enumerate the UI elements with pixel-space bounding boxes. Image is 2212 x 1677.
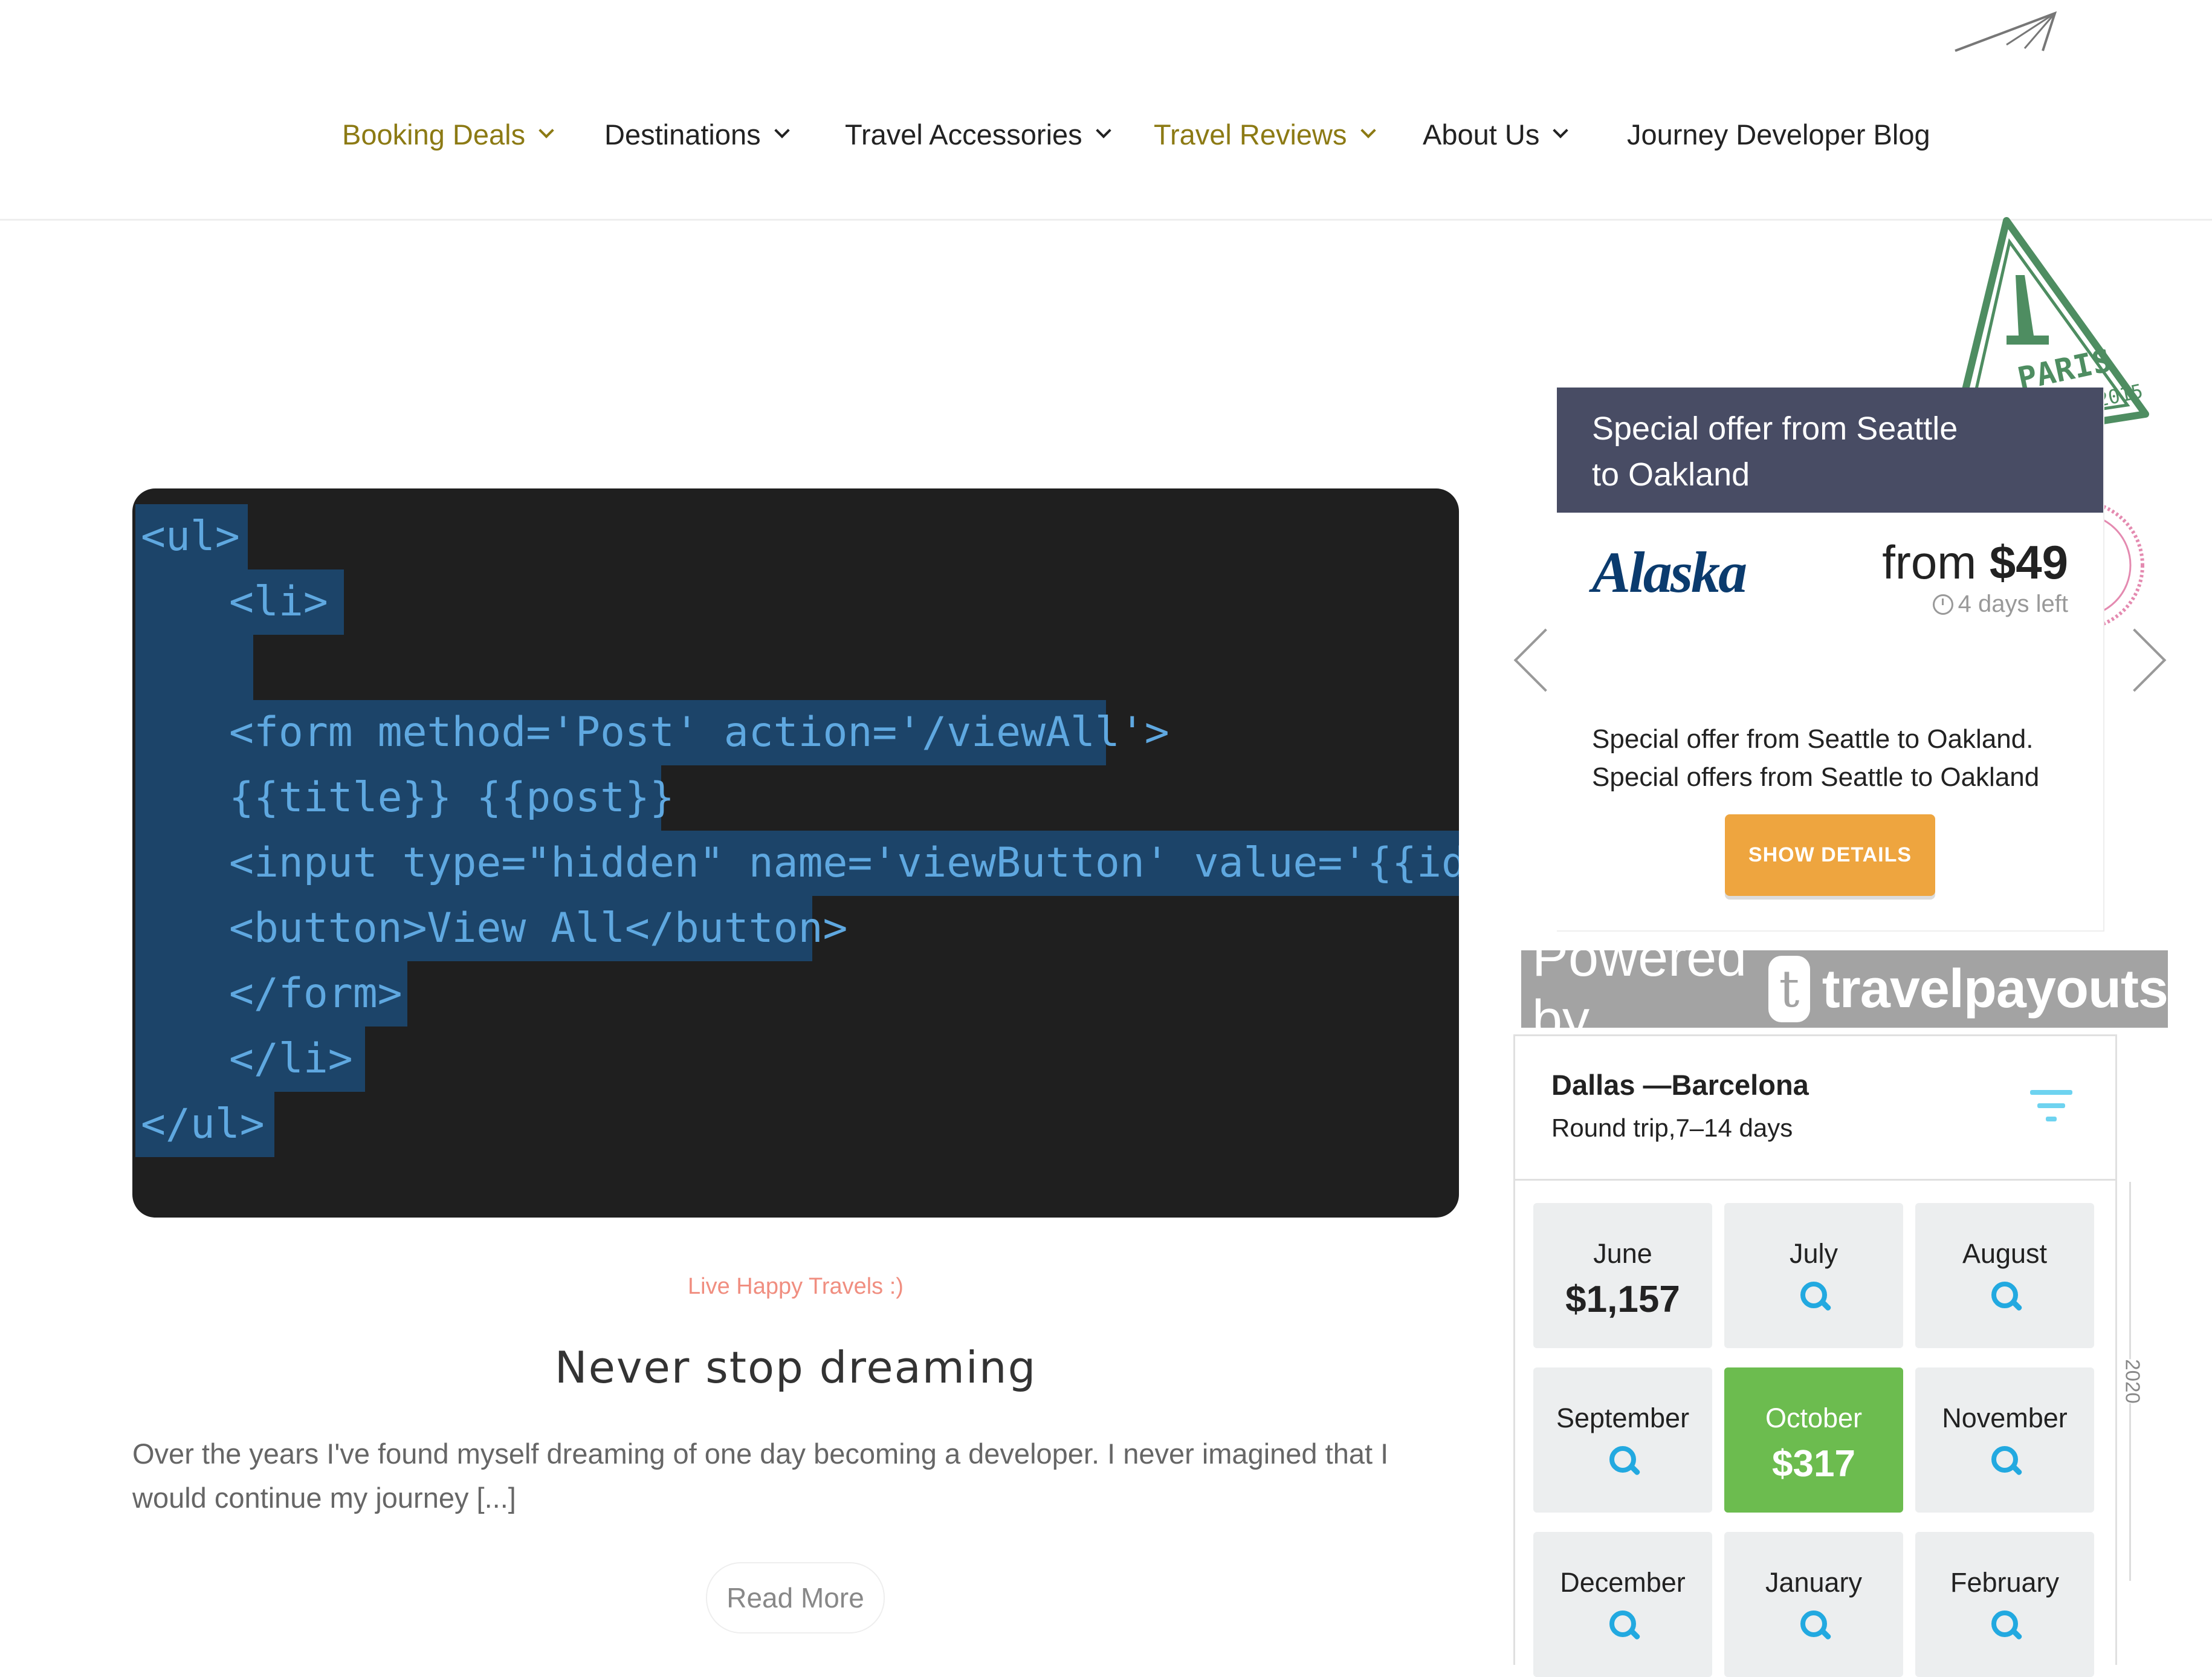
main-nav: Booking Deals Destinations Travel Access…: [0, 115, 2212, 154]
chevron-down-icon: [1360, 123, 1376, 138]
nav-label: Travel Accessories: [845, 118, 1082, 151]
chevron-down-icon: [538, 123, 554, 138]
show-details-button[interactable]: SHOW DETAILS: [1725, 814, 1935, 896]
month-name: September: [1556, 1403, 1690, 1433]
search-icon: [1609, 1611, 1641, 1641]
code-line: </form>: [229, 970, 403, 1017]
post-title[interactable]: Never stop dreaming: [132, 1342, 1459, 1393]
offer-header: Special offer from Seattle to Oakland: [1557, 388, 2103, 513]
month-september[interactable]: September: [1533, 1367, 1712, 1513]
code-line: <input type="hidden" name='viewButton' v…: [229, 839, 1459, 887]
powered-by-label: Powered by: [1532, 927, 1747, 1050]
code-line: <form method='Post' action='/viewAll'>: [229, 709, 1169, 756]
nav-label: Booking Deals: [342, 118, 526, 151]
travelpayouts-logo-icon: t: [1768, 956, 1810, 1022]
nav-label: Journey Developer Blog: [1627, 118, 1930, 151]
chevron-down-icon: [774, 123, 790, 138]
search-icon: [1991, 1611, 2023, 1641]
chevron-down-icon: [1553, 123, 1569, 138]
month-name: October: [1765, 1403, 1863, 1433]
code-line: {{title}} {{post}}: [229, 774, 674, 822]
month-january[interactable]: January: [1724, 1532, 1903, 1677]
month-name: August: [1962, 1238, 2048, 1269]
nav-item-travel-reviews[interactable]: Travel Reviews: [1154, 115, 1376, 154]
month-name: November: [1942, 1403, 2068, 1433]
offer-description: Special offer from Seattle to Oakland. S…: [1592, 724, 2040, 792]
carousel-next-arrow-icon[interactable]: [2103, 628, 2167, 692]
month-june[interactable]: June $1,157: [1533, 1203, 1712, 1348]
travelpayouts-brand: travelpayouts: [1822, 958, 2168, 1019]
days-left: 4 days left: [1932, 591, 2068, 618]
post-featured-image[interactable]: <ul> <li> <form method='Post' action='/v…: [132, 488, 1459, 1218]
search-icon: [1800, 1611, 1832, 1641]
selection-highlight: [135, 635, 253, 700]
price-prefix: from: [1882, 536, 1977, 589]
post-excerpt: Over the years I've found myself dreamin…: [132, 1438, 1389, 1514]
clock-icon: [1932, 594, 1953, 615]
post-category[interactable]: Live Happy Travels :): [132, 1274, 1459, 1300]
divider: [1515, 1179, 2115, 1181]
route-title: Dallas —Barcelona: [1551, 1069, 1809, 1101]
read-more-button[interactable]: Read More: [706, 1562, 885, 1633]
month-price: $1,157: [1565, 1279, 1680, 1320]
month-july[interactable]: July: [1724, 1203, 1903, 1348]
nav-label: Destinations: [604, 118, 761, 151]
month-november[interactable]: November: [1915, 1367, 2094, 1513]
site-header: Booking Deals Destinations Travel Access…: [0, 0, 2212, 221]
paper-plane-icon[interactable]: [1952, 8, 2061, 57]
search-icon: [1609, 1446, 1641, 1476]
month-price: $317: [1772, 1443, 1855, 1485]
nav-item-travel-accessories[interactable]: Travel Accessories: [845, 115, 1111, 154]
price-calendar-widget: Dallas —Barcelona Round trip,7–14 days J…: [1513, 1034, 2117, 1677]
month-name: January: [1765, 1567, 1863, 1598]
month-name: December: [1560, 1567, 1686, 1598]
code-line: </ul>: [141, 1100, 265, 1148]
route-subtitle: Round trip,7–14 days: [1551, 1114, 1793, 1142]
nav-item-booking-deals[interactable]: Booking Deals: [342, 115, 554, 154]
month-february[interactable]: February: [1915, 1532, 2094, 1677]
code-line: <button>View All</button>: [229, 904, 848, 952]
code-line: <li>: [229, 578, 328, 626]
offer-title: Special offer from Seattle to Oakland: [1592, 410, 1958, 493]
month-december[interactable]: December: [1533, 1532, 1712, 1677]
days-left-label: 4 days left: [1958, 591, 2068, 617]
nav-label: Travel Reviews: [1154, 118, 1347, 151]
month-name: June: [1593, 1238, 1652, 1269]
powered-by-banner[interactable]: Powered by t travelpayouts: [1521, 927, 2168, 1050]
search-icon: [1991, 1282, 2023, 1312]
price-amount: $49: [1989, 536, 2068, 589]
filter-icon[interactable]: [2030, 1088, 2072, 1125]
year-label: 2020: [2117, 1359, 2148, 1404]
nav-label: About Us: [1423, 118, 1540, 151]
nav-item-about-us[interactable]: About Us: [1423, 115, 1569, 154]
search-icon: [1800, 1282, 1832, 1312]
offer-price: from $49: [1882, 535, 2068, 590]
search-icon: [1991, 1446, 2023, 1476]
special-offer-widget: Special offer from Seattle to Oakland Al…: [1557, 388, 2104, 932]
airline-logo: Alaska: [1592, 540, 1747, 605]
code-line: </li>: [229, 1035, 353, 1083]
nav-item-destinations[interactable]: Destinations: [604, 115, 790, 154]
nav-item-journey-developer-blog[interactable]: Journey Developer Blog: [1627, 115, 1930, 154]
month-name: February: [1950, 1567, 2060, 1598]
month-name: July: [1789, 1238, 1838, 1269]
month-august[interactable]: August: [1915, 1203, 2094, 1348]
month-october[interactable]: October $317: [1724, 1367, 1903, 1513]
code-line: <ul>: [141, 513, 240, 560]
chevron-down-icon: [1095, 123, 1111, 138]
